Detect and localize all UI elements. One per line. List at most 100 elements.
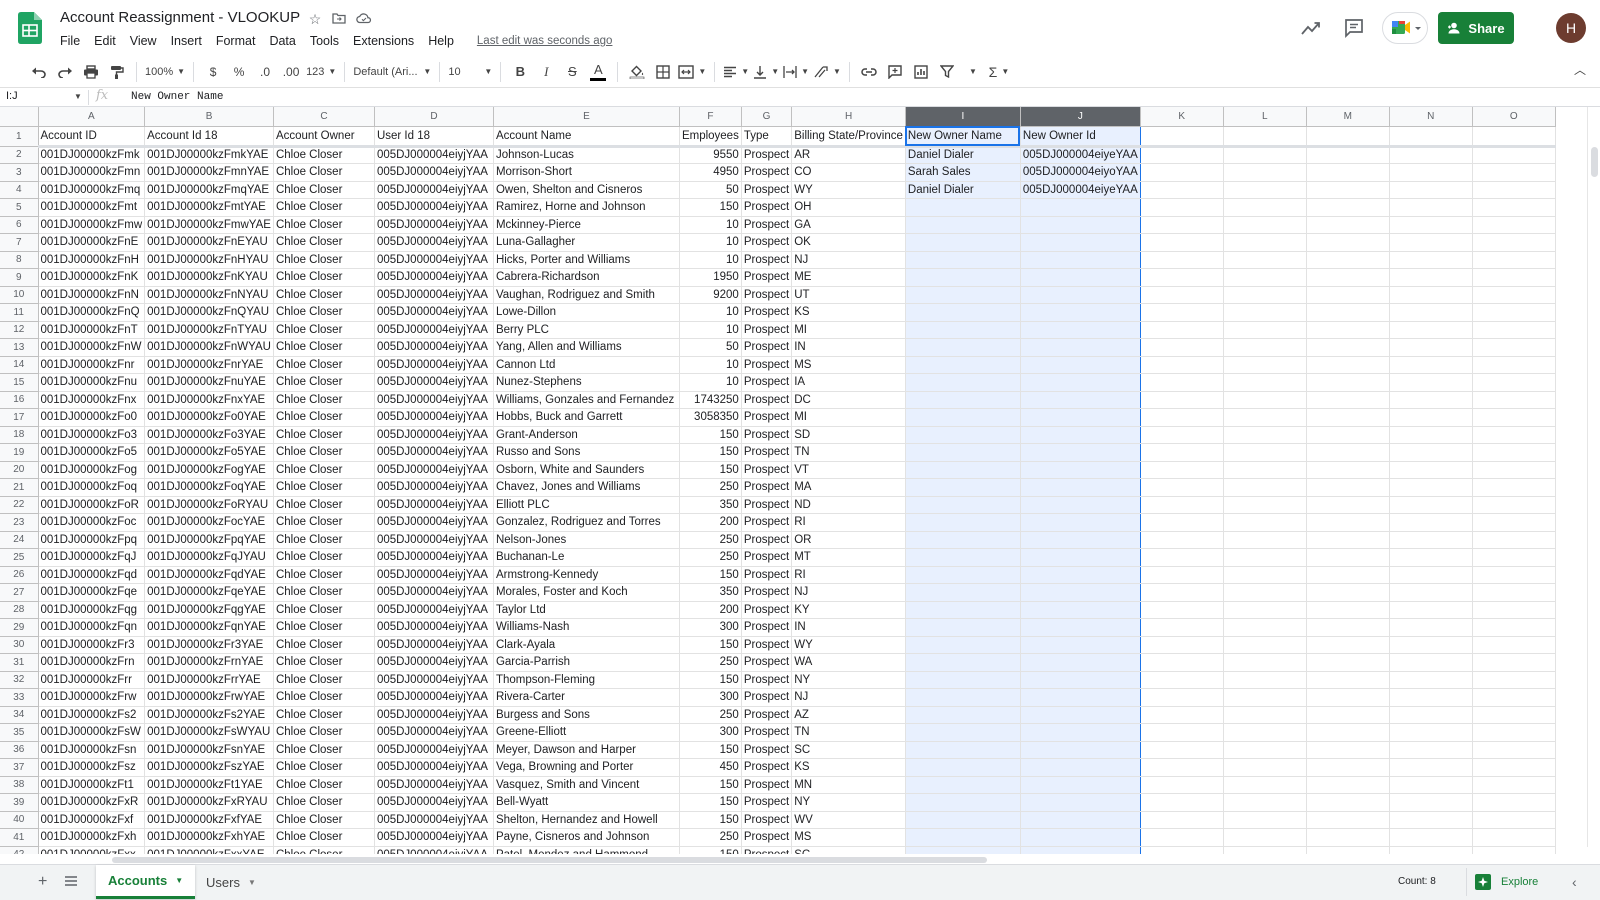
cell[interactable]: Chloe Closer xyxy=(273,426,375,444)
cell[interactable]: Meyer, Dawson and Harper xyxy=(493,741,680,759)
cell[interactable]: ND xyxy=(791,496,906,514)
cell[interactable]: Cabrera-Richardson xyxy=(493,268,680,287)
cell[interactable] xyxy=(1223,636,1307,654)
cell[interactable]: 001DJ00000kzFoR xyxy=(38,496,146,514)
cell[interactable]: SC xyxy=(791,741,906,759)
cell[interactable]: 005DJ000004eiyjYAA xyxy=(374,846,494,854)
cell[interactable] xyxy=(1306,321,1390,339)
cell[interactable] xyxy=(1389,233,1473,252)
cell[interactable]: Sarah Sales xyxy=(904,163,1021,182)
cell[interactable] xyxy=(1306,636,1390,654)
cell[interactable] xyxy=(1020,233,1141,252)
cell[interactable]: 150 xyxy=(679,426,742,444)
row-header[interactable]: 33 xyxy=(0,688,39,707)
row-header[interactable]: 20 xyxy=(0,461,39,479)
cell[interactable] xyxy=(1472,198,1556,217)
cell[interactable]: Owen, Shelton and Cisneros xyxy=(493,181,680,199)
cell[interactable] xyxy=(1020,198,1141,217)
cell[interactable]: 10 xyxy=(679,373,742,392)
cell[interactable] xyxy=(1020,618,1141,637)
zoom-select[interactable]: 100% ▼ xyxy=(145,60,185,84)
cell[interactable] xyxy=(1306,741,1390,759)
cell[interactable] xyxy=(1306,286,1390,304)
cell[interactable]: 001DJ00000kzFqg xyxy=(38,601,146,619)
cell[interactable] xyxy=(1020,706,1141,724)
row-header[interactable]: 19 xyxy=(0,443,39,462)
cell[interactable] xyxy=(904,461,1021,479)
cell[interactable]: NJ xyxy=(791,583,906,602)
cell[interactable] xyxy=(1140,198,1224,217)
cell[interactable] xyxy=(1389,776,1473,794)
cell[interactable]: 001DJ00000kzFogYAE xyxy=(144,461,274,479)
cell[interactable]: 005DJ000004eiyjYAA xyxy=(374,513,494,532)
cell[interactable]: Vaughan, Rodriguez and Smith xyxy=(493,286,680,304)
cell[interactable] xyxy=(1223,251,1307,269)
header-cell[interactable]: Account Owner xyxy=(273,126,375,148)
vertical-align-select[interactable]: ▼ xyxy=(753,60,779,84)
cell[interactable]: Chloe Closer xyxy=(273,793,375,812)
cell[interactable] xyxy=(1223,303,1307,322)
row-header[interactable]: 31 xyxy=(0,653,39,672)
cell[interactable] xyxy=(1140,706,1224,724)
cell[interactable] xyxy=(904,373,1021,392)
cell[interactable]: Thompson-Fleming xyxy=(493,671,680,689)
cell[interactable]: Chloe Closer xyxy=(273,846,375,854)
cell[interactable]: Prospect xyxy=(741,793,793,812)
cell[interactable]: 001DJ00000kzFxxYAE xyxy=(144,846,274,854)
undo-icon[interactable] xyxy=(28,60,50,84)
cell[interactable] xyxy=(1389,146,1473,164)
cell[interactable]: 005DJ000004eiyjYAA xyxy=(374,811,494,829)
cell[interactable] xyxy=(1306,216,1390,234)
cell[interactable] xyxy=(1472,286,1556,304)
cell[interactable] xyxy=(1306,513,1390,532)
cell[interactable]: Russo and Sons xyxy=(493,443,680,462)
cell[interactable]: 10 xyxy=(679,251,742,269)
cell[interactable]: NY xyxy=(791,793,906,812)
cell[interactable] xyxy=(1140,513,1224,532)
cell[interactable] xyxy=(1472,793,1556,812)
cell[interactable] xyxy=(1223,391,1307,409)
cell[interactable] xyxy=(904,688,1021,707)
cell[interactable]: IN xyxy=(791,618,906,637)
cell[interactable]: 005DJ000004eiyeYAA xyxy=(1020,146,1141,164)
header-cell[interactable]: Account Id 18 xyxy=(144,126,274,148)
cell[interactable]: 001DJ00000kzFxR xyxy=(38,793,146,812)
cell[interactable] xyxy=(1020,391,1141,409)
cell[interactable] xyxy=(1306,198,1390,217)
cell[interactable] xyxy=(1389,268,1473,287)
cell[interactable] xyxy=(1223,181,1307,199)
cell[interactable] xyxy=(1389,303,1473,322)
last-edit-link[interactable]: Last edit was seconds ago xyxy=(477,35,613,47)
menu-file[interactable]: File xyxy=(53,32,87,50)
cell[interactable] xyxy=(1223,531,1307,549)
cell[interactable]: MT xyxy=(791,548,906,567)
cell[interactable]: 005DJ000004eiyjYAA xyxy=(374,233,494,252)
cell[interactable] xyxy=(1223,671,1307,689)
cell[interactable]: Chloe Closer xyxy=(273,408,375,427)
name-box-caret-icon[interactable]: ▼ xyxy=(74,92,82,101)
cell[interactable]: Chloe Closer xyxy=(273,653,375,672)
cell[interactable] xyxy=(1306,548,1390,567)
cell[interactable] xyxy=(1472,636,1556,654)
cell[interactable]: SD xyxy=(791,426,906,444)
row-header[interactable]: 28 xyxy=(0,601,39,619)
cell[interactable]: IA xyxy=(791,373,906,392)
horizontal-align-select[interactable]: ▼ xyxy=(723,60,749,84)
cell[interactable] xyxy=(904,723,1021,742)
cell[interactable]: Burgess and Sons xyxy=(493,706,680,724)
text-wrap-select[interactable]: ▼ xyxy=(783,60,809,84)
cell[interactable]: Buchanan-Le xyxy=(493,548,680,567)
cell[interactable] xyxy=(1223,846,1307,854)
cell[interactable] xyxy=(1389,496,1473,514)
cell[interactable] xyxy=(904,741,1021,759)
cell[interactable] xyxy=(904,216,1021,234)
cell[interactable] xyxy=(1020,426,1141,444)
cell[interactable] xyxy=(1020,461,1141,479)
cell[interactable]: 001DJ00000kzFnKYAU xyxy=(144,268,274,287)
cell[interactable] xyxy=(1223,408,1307,427)
cell[interactable]: 200 xyxy=(679,601,742,619)
filter-icon[interactable] xyxy=(936,60,958,84)
cell[interactable]: 001DJ00000kzFoq xyxy=(38,478,146,497)
cell[interactable] xyxy=(1020,268,1141,287)
row-header[interactable]: 26 xyxy=(0,566,39,584)
